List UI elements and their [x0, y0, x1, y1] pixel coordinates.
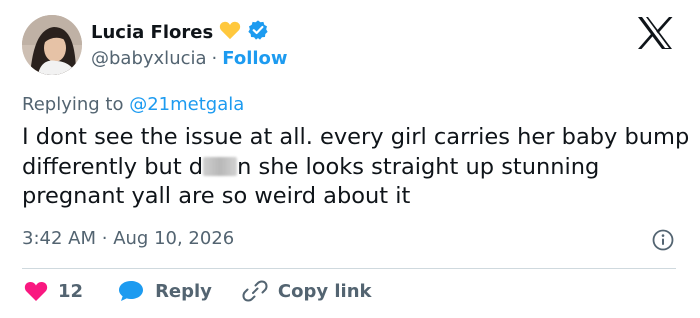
info-icon[interactable]	[652, 229, 674, 251]
tweet-text: I dont see the issue at all. every girl …	[22, 123, 692, 212]
tweet-timestamp[interactable]: 3:42 AM · Aug 10, 2026	[22, 228, 234, 249]
redacted-word	[203, 156, 238, 176]
author-handle[interactable]: @babyxlucia	[91, 48, 207, 69]
yellow-heart-icon	[219, 20, 241, 44]
avatar[interactable]	[22, 15, 82, 75]
replying-to-label: Replying to	[22, 94, 124, 115]
follow-button[interactable]: Follow	[222, 48, 287, 69]
reply-mention-link[interactable]: @21metgala	[129, 94, 244, 115]
handle-separator: ·	[211, 48, 218, 69]
action-bar: 12 Reply Copy link	[22, 278, 372, 304]
timestamp-separator: ·	[101, 228, 108, 249]
link-icon	[242, 279, 268, 303]
like-count: 12	[58, 280, 84, 302]
reply-bubble-icon	[117, 279, 145, 303]
copy-link-label: Copy link	[277, 280, 372, 302]
handle-row: @babyxlucia · Follow	[91, 48, 288, 69]
divider	[22, 268, 676, 269]
like-button[interactable]: 12	[24, 280, 83, 302]
reply-label: Reply	[155, 280, 212, 302]
heart-icon	[24, 280, 48, 302]
copy-link-button[interactable]: Copy link	[242, 279, 372, 303]
tweet-date: Aug 10, 2026	[113, 228, 235, 249]
reply-button[interactable]: Reply	[117, 279, 212, 303]
author-name[interactable]: Lucia Flores	[91, 22, 213, 43]
verified-badge-icon	[247, 19, 269, 45]
x-logo-icon[interactable]	[636, 16, 674, 50]
author-name-row: Lucia Flores	[91, 19, 269, 45]
reply-context: Replying to @21metgala	[22, 94, 244, 115]
tweet-time: 3:42 AM	[22, 228, 96, 249]
